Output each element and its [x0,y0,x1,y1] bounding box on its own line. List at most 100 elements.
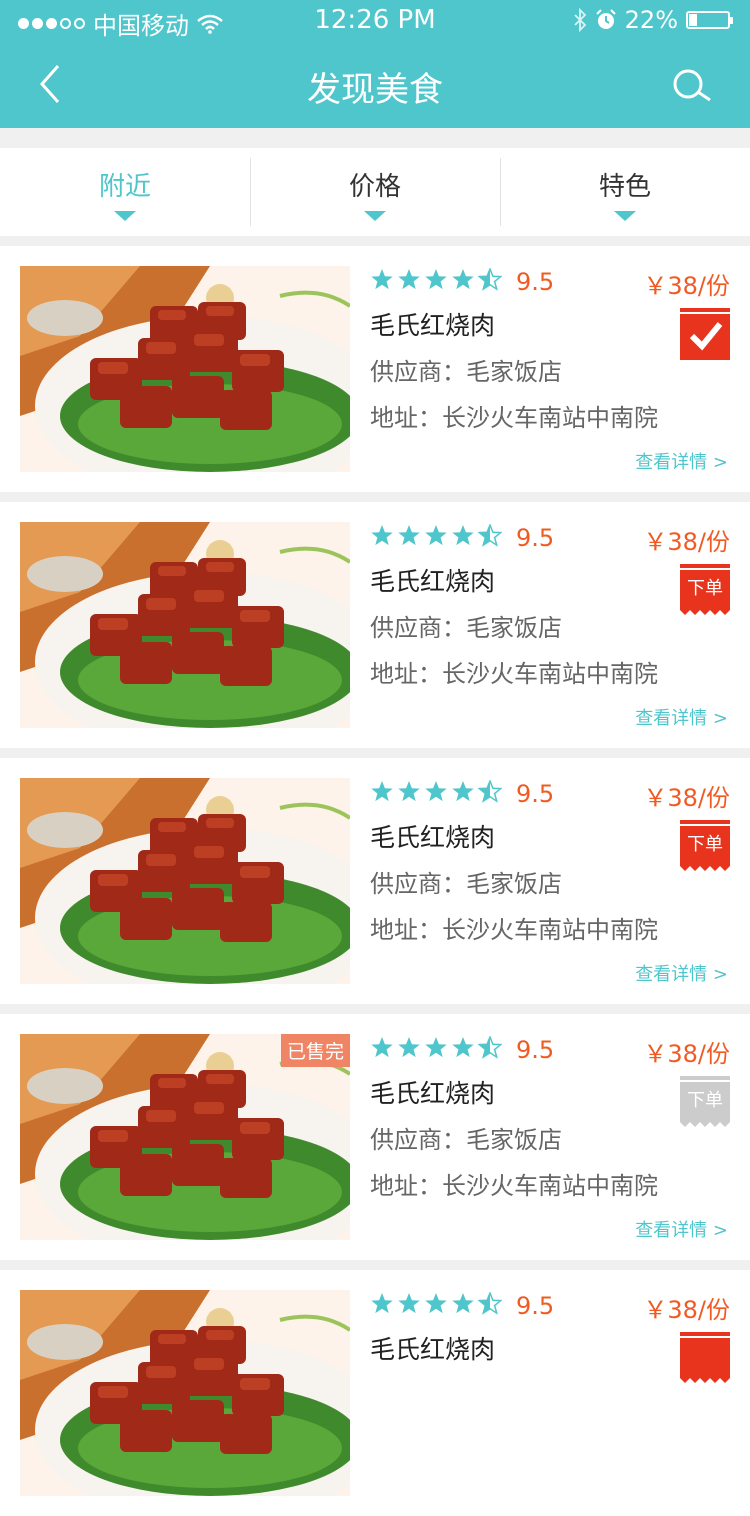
price: ￥38/份 [643,528,730,556]
star-icon [452,269,474,290]
address: 地址：长沙火车南站中南院 [370,404,658,432]
rating-stars [370,1036,502,1060]
star-icon [398,1293,420,1314]
rating-score: 9.5 [516,1036,555,1064]
star-icon [425,1293,447,1314]
price: ￥38/份 [643,272,730,300]
food-card[interactable]: 9.5 ￥38/份 毛氏红烧肉 供应商：毛家饭店 地址：长沙火车南站中南院 查看… [0,502,750,748]
rating-stars [370,268,502,292]
nav-bar: 发现美食 [0,40,750,128]
checked-icon [680,308,730,360]
food-thumbnail[interactable] [20,522,350,728]
filter-tab-price[interactable]: 价格 [250,148,500,236]
star-icon [452,1037,474,1058]
filter-tab-nearby[interactable]: 附近 [0,148,250,236]
order-button[interactable]: 下单 [680,564,730,616]
address: 地址：长沙火车南站中南院 [370,916,658,944]
order-button: 下单 [680,1076,730,1128]
order-label: 下单 [687,1090,723,1111]
status-bar: 中国移动 12:26 PM 22% [0,0,750,40]
filter-tab-label: 特色 [598,172,651,202]
half-star-icon [478,1036,502,1059]
caret-down-icon [364,211,386,221]
view-details-link[interactable]: 查看详情 > [635,704,728,730]
order-label: 下单 [687,834,723,855]
star-icon [425,781,447,802]
order-button[interactable]: 下单 [680,820,730,872]
filter-tab-label: 附近 [98,172,151,202]
view-details-link[interactable]: 查看详情 > [635,448,728,474]
food-photo [20,1290,350,1496]
star-icon [425,1037,447,1058]
address: 地址：长沙火车南站中南院 [370,660,658,688]
food-photo [20,778,350,984]
star-icon [398,525,420,546]
dish-name: 毛氏红烧肉 [370,823,496,852]
star-icon [425,269,447,290]
price: ￥38/份 [643,1296,730,1324]
supplier: 供应商：毛家饭店 [370,870,562,898]
dish-name: 毛氏红烧肉 [370,567,496,596]
rating-score: 9.5 [516,524,555,552]
star-icon [398,1037,420,1058]
star-icon [425,525,447,546]
food-card[interactable]: 9.5 ￥38/份 毛氏红烧肉 供应商：毛家饭店 地址：长沙火车南站中南院 查看… [0,758,750,1004]
star-icon [398,781,420,802]
dish-name: 毛氏红烧肉 [370,1335,496,1364]
search-icon[interactable] [670,64,714,108]
half-star-icon [478,524,502,547]
view-details-link[interactable]: 查看详情 > [635,960,728,986]
food-thumbnail[interactable] [20,778,350,984]
price: ￥38/份 [643,784,730,812]
food-thumbnail[interactable]: 已售完 [20,1034,350,1240]
battery-percent: 22% [624,6,678,34]
dish-name: 毛氏红烧肉 [370,1079,496,1108]
rating-stars [370,1292,502,1316]
rating-stars [370,524,502,548]
star-icon [371,781,393,802]
address: 地址：长沙火车南站中南院 [370,1172,658,1200]
rating-score: 9.5 [516,780,555,808]
caret-down-icon [114,211,136,221]
battery-icon [686,11,733,29]
supplier: 供应商：毛家饭店 [370,1126,562,1154]
star-icon [452,781,474,802]
food-thumbnail[interactable] [20,1290,350,1496]
order-button[interactable] [680,1332,730,1384]
star-icon [371,525,393,546]
supplier: 供应商：毛家饭店 [370,614,562,642]
filter-bar: 附近 价格 特色 [0,148,750,236]
caret-down-icon [614,211,636,221]
supplier: 供应商：毛家饭店 [370,358,562,386]
half-star-icon [478,1292,502,1315]
order-button[interactable] [680,308,730,360]
order-label: 下单 [687,578,723,599]
rating-score: 9.5 [516,1292,555,1320]
rating-score: 9.5 [516,268,555,296]
bluetooth-icon [574,8,586,32]
star-icon [371,1293,393,1314]
rating-stars [370,780,502,804]
filter-tab-feature[interactable]: 特色 [500,148,750,236]
star-icon [398,269,420,290]
filter-tab-label: 价格 [348,172,401,202]
dish-name: 毛氏红烧肉 [370,311,496,340]
alarm-icon [595,9,616,29]
food-card[interactable]: 已售完 9.5 ￥38/份 毛氏红烧肉 供应商：毛家饭店 地址：长沙火车南站中南… [0,1014,750,1260]
food-card[interactable]: 9.5 ￥38/份 毛氏红烧肉 供应商：毛家饭店 地址：长沙火车南站中南院 查看… [0,246,750,492]
star-icon [371,269,393,290]
order-tag-icon [680,1332,730,1383]
half-star-icon [478,268,502,291]
app-header: 中国移动 12:26 PM 22% 发现美食 [0,0,750,128]
sold-out-badge: 已售完 [280,1034,350,1067]
view-details-link[interactable]: 查看详情 > [635,1216,728,1242]
food-photo [20,266,350,472]
food-thumbnail[interactable] [20,266,350,472]
food-photo [20,522,350,728]
star-icon [371,1037,393,1058]
food-card[interactable]: 9.5 ￥38/份 毛氏红烧肉 [0,1270,750,1516]
star-icon [452,1293,474,1314]
star-icon [452,525,474,546]
price: ￥38/份 [643,1040,730,1068]
page-title: 发现美食 [307,70,443,110]
